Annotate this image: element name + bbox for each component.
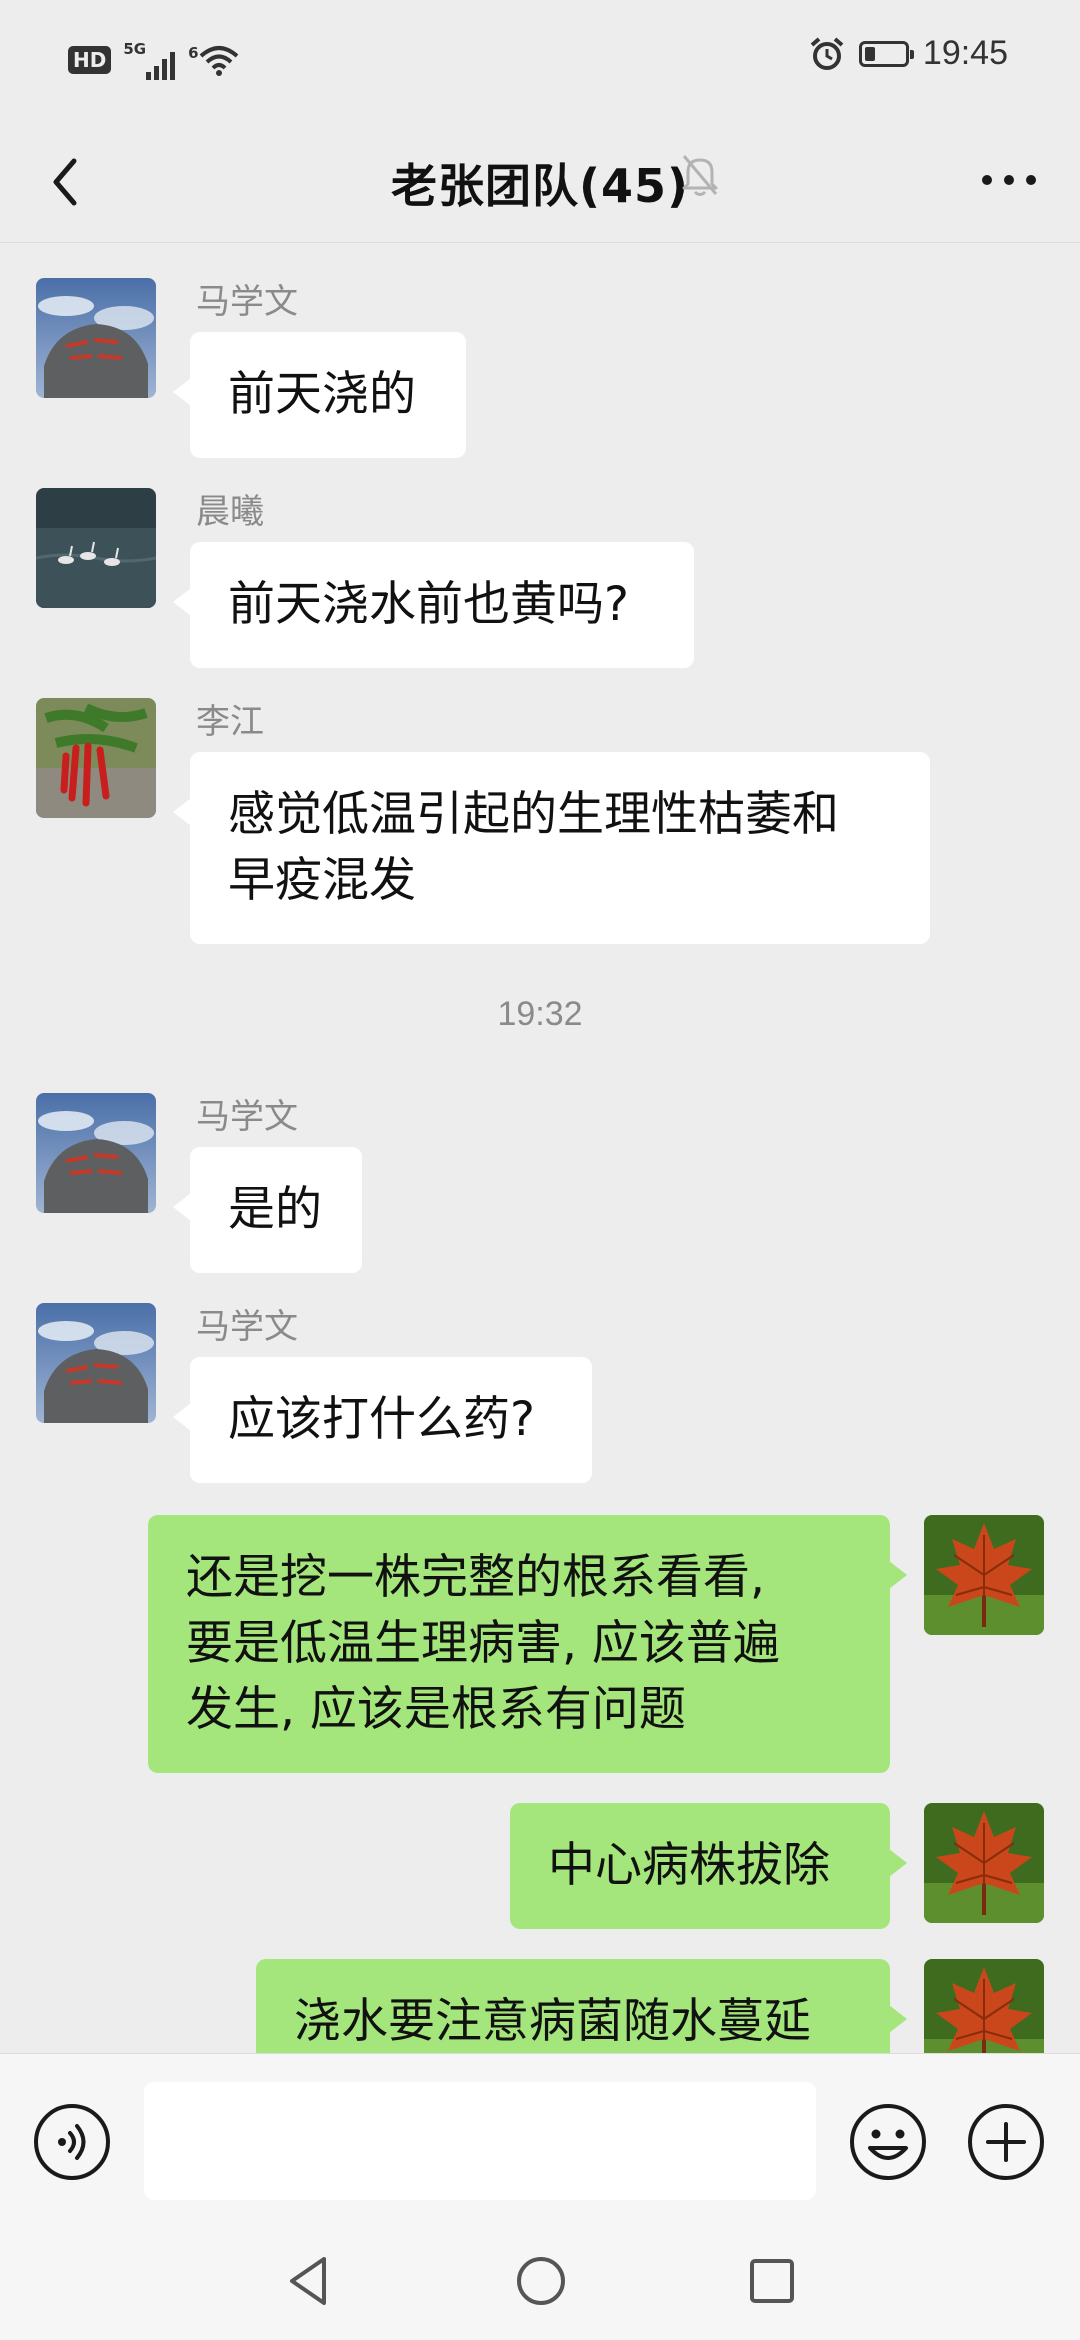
status-bar: HD 5G 6 19:45 bbox=[0, 0, 1080, 120]
square-recents-icon bbox=[750, 2259, 794, 2303]
battery-level bbox=[864, 46, 875, 61]
avatar[interactable] bbox=[36, 278, 156, 398]
triangle-back-icon bbox=[290, 2257, 326, 2305]
sender-name: 李江 bbox=[196, 702, 264, 742]
voice-button[interactable] bbox=[32, 2102, 112, 2182]
message-bubble[interactable]: 感觉低温引起的生理性枯萎和 早疫混发 bbox=[173, 752, 930, 944]
voice-icon bbox=[34, 2104, 110, 2180]
battery-icon bbox=[858, 40, 914, 67]
circle-home-icon bbox=[517, 2257, 565, 2305]
system-nav-bar bbox=[0, 2223, 1080, 2340]
system-home-button[interactable] bbox=[511, 2251, 571, 2311]
chat-title: 老张团队(45) bbox=[390, 159, 690, 213]
cell-signal-icon: 5G bbox=[119, 40, 176, 80]
sender-name: 马学文 bbox=[196, 282, 298, 322]
wifi-icon: 6 bbox=[184, 44, 238, 76]
message-bubble[interactable]: 前天浇的 bbox=[173, 332, 466, 458]
avatar[interactable] bbox=[36, 1303, 156, 1423]
sender-name: 晨曦 bbox=[196, 492, 264, 532]
avatar[interactable] bbox=[36, 488, 156, 608]
message-list[interactable]: 马学文 前天浇的 晨曦 前天浇水前也黄吗? 李江 感觉低温引起的生理性枯萎和 早… bbox=[0, 243, 1080, 2053]
alarm-icon bbox=[809, 36, 845, 72]
chat-header: 老张团队(45) bbox=[0, 120, 1080, 243]
emoji-icon bbox=[850, 2104, 926, 2180]
system-back-button[interactable] bbox=[280, 2251, 340, 2311]
message-bubble[interactable]: 是的 bbox=[173, 1147, 362, 1273]
input-bar bbox=[0, 2053, 1080, 2224]
message-input[interactable] bbox=[144, 2082, 816, 2200]
more-functions-button[interactable] bbox=[966, 2102, 1046, 2182]
bell-off-icon bbox=[680, 150, 720, 198]
avatar[interactable] bbox=[36, 1093, 156, 1213]
plus-icon bbox=[968, 2104, 1044, 2180]
message-bubble[interactable]: 应该打什么药? bbox=[173, 1357, 592, 1483]
avatar-self[interactable] bbox=[924, 1959, 1044, 2053]
avatar-self[interactable] bbox=[924, 1803, 1044, 1923]
hd-badge: HD bbox=[68, 46, 112, 74]
message-bubble-self[interactable]: 还是挖一株完整的根系看看, 要是低温生理病害, 应该普遍 发生, 应该是根系有问… bbox=[148, 1515, 907, 1773]
message-bubble-self[interactable]: 浇水要注意病菌随水蔓延 bbox=[256, 1959, 907, 2053]
emoji-button[interactable] bbox=[848, 2102, 928, 2182]
avatar-self[interactable] bbox=[924, 1515, 1044, 1635]
sender-name: 马学文 bbox=[196, 1097, 298, 1137]
message-bubble-self[interactable]: 中心病株拔除 bbox=[510, 1803, 907, 1929]
message-bubble[interactable]: 前天浇水前也黄吗? bbox=[173, 542, 694, 668]
more-dots-icon bbox=[982, 175, 1036, 185]
sender-name: 马学文 bbox=[196, 1307, 298, 1347]
avatar[interactable] bbox=[36, 698, 156, 818]
more-button[interactable] bbox=[974, 150, 1044, 210]
system-recents-button[interactable] bbox=[742, 2251, 802, 2311]
status-time: 19:45 bbox=[922, 34, 1008, 72]
time-divider: 19:32 bbox=[497, 995, 583, 1033]
